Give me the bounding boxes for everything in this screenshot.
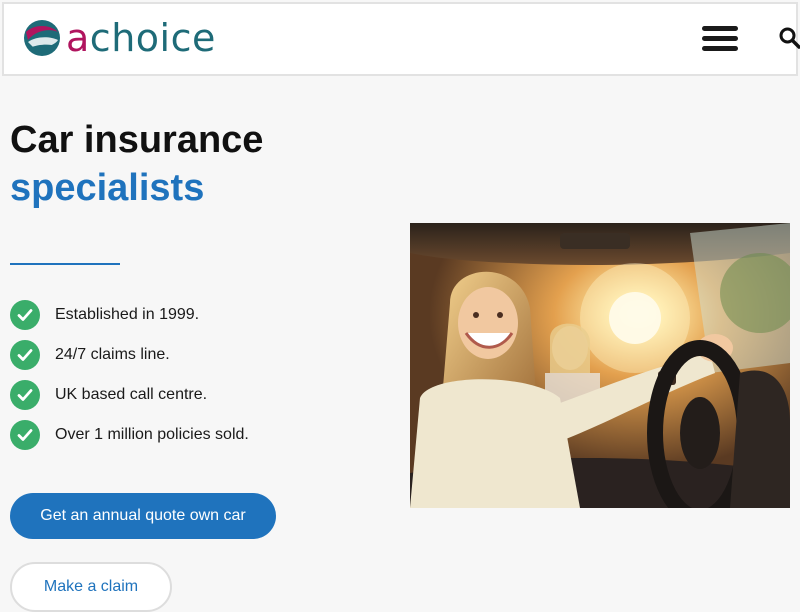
- check-icon: [10, 340, 40, 370]
- feature-text: Over 1 million policies sold.: [55, 426, 249, 443]
- feature-text: Established in 1999.: [55, 306, 200, 323]
- menu-bar-top: [702, 26, 738, 31]
- feature-text: UK based call centre.: [55, 386, 208, 403]
- page-title-line1: Car insurance: [10, 119, 264, 161]
- feature-item: Over 1 million policies sold.: [10, 420, 249, 450]
- features-list: Established in 1999. 24/7 claims line. U…: [10, 300, 249, 460]
- check-icon: [10, 420, 40, 450]
- feature-item: Established in 1999.: [10, 300, 249, 330]
- search-icon[interactable]: [778, 26, 800, 50]
- check-icon: [10, 380, 40, 410]
- hamburger-menu-icon[interactable]: [702, 26, 738, 56]
- logo-letters-choice: choice: [89, 16, 216, 60]
- feature-text: 24/7 claims line.: [55, 346, 170, 363]
- photo-woman-driving-car-icon: [410, 223, 790, 508]
- feature-item: UK based call centre.: [10, 380, 249, 410]
- check-icon: [10, 300, 40, 330]
- site-header: achoice: [2, 2, 800, 76]
- annual-quote-button[interactable]: Get an annual quote own car: [10, 493, 276, 539]
- menu-bar-bottom: [702, 46, 738, 51]
- achoice-logo-mark-icon: [24, 20, 60, 56]
- make-a-claim-button[interactable]: Make a claim: [10, 562, 172, 612]
- page-title-line2: specialists: [10, 167, 205, 209]
- menu-bar-middle: [702, 36, 738, 41]
- achoice-logo[interactable]: achoice: [22, 18, 216, 58]
- hero-image: [410, 223, 790, 508]
- logo-letter-a: a: [66, 16, 90, 60]
- feature-item: 24/7 claims line.: [10, 340, 249, 370]
- logo-wordmark: achoice: [66, 19, 216, 57]
- title-divider: [10, 263, 120, 265]
